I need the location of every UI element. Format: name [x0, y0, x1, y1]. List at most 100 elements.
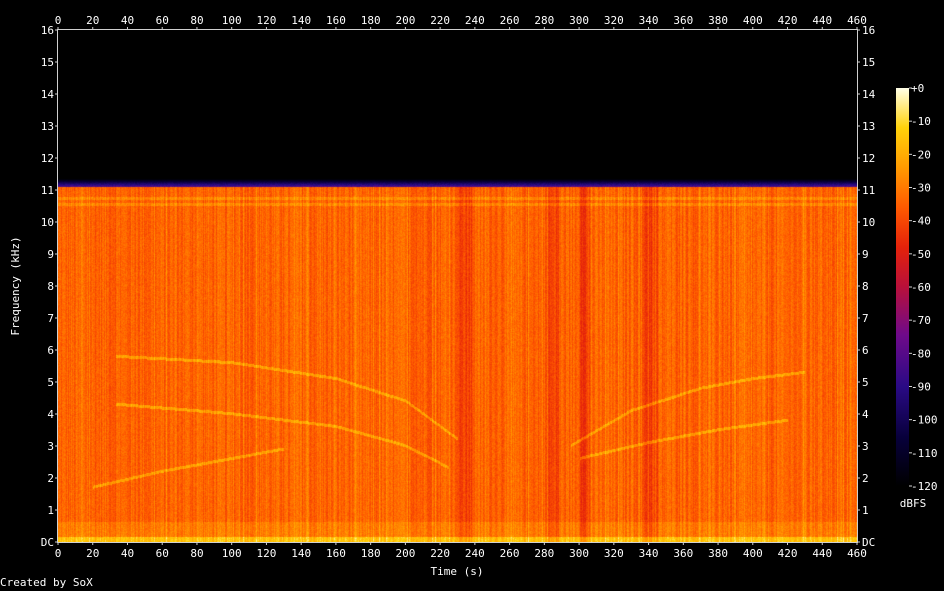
- x-tick-label: 0: [55, 547, 62, 560]
- y-tick-label: 12: [862, 152, 875, 165]
- colorbar-tick-label: -90: [911, 381, 931, 394]
- x-tick-label: 200: [395, 14, 415, 27]
- x-axis-title: Time (s): [431, 565, 484, 578]
- x-tick-label: 280: [534, 14, 554, 27]
- x-tick-label: 280: [534, 547, 554, 560]
- y-tick-label: 9: [862, 248, 869, 261]
- x-tick-label: 120: [256, 14, 276, 27]
- x-tick-label: 360: [673, 14, 693, 27]
- y-tick-label: 14: [862, 88, 876, 101]
- x-tick-label: 420: [778, 547, 798, 560]
- x-tick-label: 160: [326, 547, 346, 560]
- x-tick-label: 240: [465, 14, 485, 27]
- spectrogram-axes: 0 20 40 60 80 100 120 140 160 180 200 220 240 260 280 3…: [9, 14, 938, 578]
- y-tick-label: 4: [862, 408, 869, 421]
- x-tick-label: 380: [708, 14, 728, 27]
- x-tick-label: 440: [812, 547, 832, 560]
- colorbar-tick-label: -110: [911, 447, 938, 460]
- colorbar-tick-label: -20: [911, 148, 931, 161]
- x-tick-label: 180: [361, 14, 381, 27]
- x-tick-label: 120: [256, 547, 276, 560]
- y-axis-right: DC12345678910111213141516: [857, 24, 876, 549]
- y-tick-label: 8: [47, 280, 54, 293]
- y-tick-label: 13: [41, 120, 54, 133]
- y-tick-label: 3: [47, 440, 54, 453]
- x-tick-label: 340: [639, 14, 659, 27]
- y-tick-label: 5: [862, 376, 869, 389]
- colorbar-tick-label: -10: [911, 115, 931, 128]
- y-tick-label: 14: [41, 88, 55, 101]
- y-tick-label: 16: [41, 24, 54, 37]
- x-tick-label: 140: [291, 14, 311, 27]
- x-tick-label: 400: [743, 14, 763, 27]
- y-tick-label: 16: [862, 24, 875, 37]
- x-tick-label: 40: [121, 14, 134, 27]
- y-axis-left: DC12345678910111213141516: [41, 24, 58, 549]
- y-tick-label: DC: [862, 536, 875, 549]
- x-tick-label: 180: [361, 547, 381, 560]
- x-tick-label: 60: [156, 547, 169, 560]
- y-tick-label: 2: [862, 472, 869, 485]
- x-tick-label: 240: [465, 547, 485, 560]
- x-tick-label: 100: [222, 547, 242, 560]
- x-tick-label: 300: [569, 547, 589, 560]
- y-tick-label: 4: [47, 408, 54, 421]
- spectrogram-figure: 0 20 40 60 80 100 120 140 160 180 200 220 240 260 280 3…: [0, 0, 944, 591]
- x-tick-label: 140: [291, 547, 311, 560]
- y-tick-label: 6: [862, 344, 869, 357]
- y-tick-label: 7: [47, 312, 54, 325]
- y-tick-label: 13: [862, 120, 875, 133]
- x-tick-label: 340: [639, 547, 659, 560]
- x-tick-label: 220: [430, 14, 450, 27]
- credit-text: Created by SoX: [0, 576, 93, 589]
- colorbar-tick-label: -80: [911, 347, 931, 360]
- y-tick-label: 1: [862, 504, 869, 517]
- x-tick-label: 320: [604, 14, 624, 27]
- x-tick-label: 40: [121, 547, 134, 560]
- x-tick-label: 220: [430, 547, 450, 560]
- colorbar-tick-label: -60: [911, 281, 931, 294]
- colorbar: [896, 88, 909, 486]
- y-tick-label: 8: [862, 280, 869, 293]
- y-tick-label: 9: [47, 248, 54, 261]
- x-tick-label: 260: [500, 14, 520, 27]
- y-tick-label: 7: [862, 312, 869, 325]
- colorbar-tick-label: -120: [911, 480, 938, 493]
- x-tick-label: 420: [778, 14, 798, 27]
- x-tick-label: 100: [222, 14, 242, 27]
- x-tick-label: 440: [812, 14, 832, 27]
- x-tick-label: 20: [86, 14, 99, 27]
- colorbar-tick-label: -50: [911, 248, 931, 261]
- y-tick-label: 5: [47, 376, 54, 389]
- y-tick-label: 6: [47, 344, 54, 357]
- x-tick-label: 360: [673, 547, 693, 560]
- x-axis-top: 0 20 40 60 80 100 120 140 160 180 200 220 240 260 280 3…: [55, 14, 867, 30]
- x-tick-label: 0: [55, 14, 62, 27]
- colorbar-tick-label: -40: [911, 215, 931, 228]
- y-tick-label: 2: [47, 472, 54, 485]
- y-tick-label: 3: [862, 440, 869, 453]
- y-tick-label: 15: [862, 56, 875, 69]
- x-tick-label: 80: [190, 547, 203, 560]
- x-tick-label: 80: [190, 14, 203, 27]
- x-tick-label: 300: [569, 14, 589, 27]
- colorbar-tick-label: +0: [911, 82, 924, 95]
- y-tick-label: DC: [41, 536, 54, 549]
- y-tick-label: 11: [41, 184, 54, 197]
- colorbar-tick-label: -70: [911, 314, 931, 327]
- colorbar-scale: +0 -10 -20 -30 -40 -50 -60 -70 -80 -90 -100 -110 -12…: [909, 82, 938, 493]
- y-tick-label: 11: [862, 184, 875, 197]
- x-tick-label: 200: [395, 547, 415, 560]
- y-tick-label: 10: [862, 216, 875, 229]
- y-axis-title: Frequency (kHz): [9, 236, 22, 335]
- y-tick-label: 1: [47, 504, 54, 517]
- x-tick-label: 20: [86, 547, 99, 560]
- x-tick-label: 260: [500, 547, 520, 560]
- x-axis-bottom: 0 20 40 60 80 100 120 140 160 180 200 220 240 260 280 3…: [55, 542, 867, 560]
- colorbar-tick-label: -100: [911, 414, 938, 427]
- colorbar-tick-label: -30: [911, 182, 931, 195]
- colorbar-label: dBFS: [900, 497, 927, 510]
- x-tick-label: 400: [743, 547, 763, 560]
- x-tick-label: 380: [708, 547, 728, 560]
- y-tick-label: 12: [41, 152, 54, 165]
